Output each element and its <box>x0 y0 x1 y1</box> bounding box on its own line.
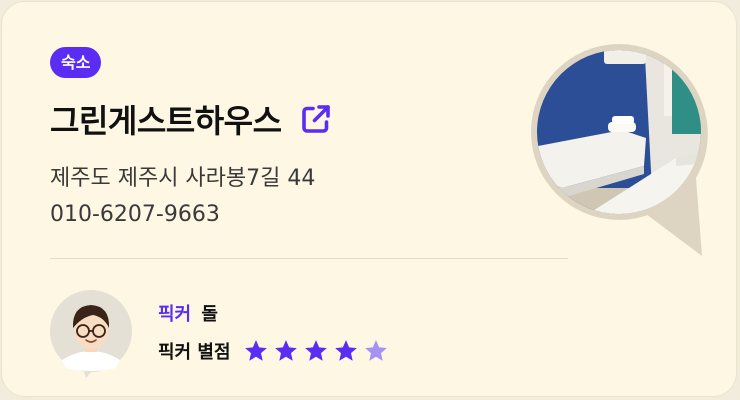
star-filled-icon <box>334 340 357 361</box>
picker-rating: 픽커 별점 <box>158 338 389 364</box>
place-title: 그린게스트하우스 <box>50 102 282 140</box>
title-row: 그린게스트하우스 <box>50 96 334 142</box>
star-filled-icon <box>244 340 267 361</box>
star-empty-icon <box>364 340 387 361</box>
room-photo[interactable] <box>526 38 716 258</box>
category-badge: 숙소 <box>50 47 102 78</box>
star-rating <box>243 338 389 364</box>
place-card[interactable]: 숙소 그린게스트하우스 제주도 제주시 사라봉7길 44 010-6207-96… <box>1 1 737 397</box>
place-phone[interactable]: 010-6207-9663 <box>50 202 220 227</box>
picker-label: 픽커 <box>158 304 192 325</box>
place-address: 제주도 제주시 사라봉7길 44 <box>50 166 316 191</box>
picker-avatar-icon <box>48 290 134 380</box>
picker-name: 돌 <box>201 304 218 325</box>
rating-label: 픽커 별점 <box>158 342 231 363</box>
external-link-icon[interactable] <box>298 101 334 137</box>
divider <box>50 258 568 259</box>
picker-info: 픽커 돌 <box>158 300 218 326</box>
star-filled-icon <box>274 340 297 361</box>
star-filled-icon <box>304 340 327 361</box>
